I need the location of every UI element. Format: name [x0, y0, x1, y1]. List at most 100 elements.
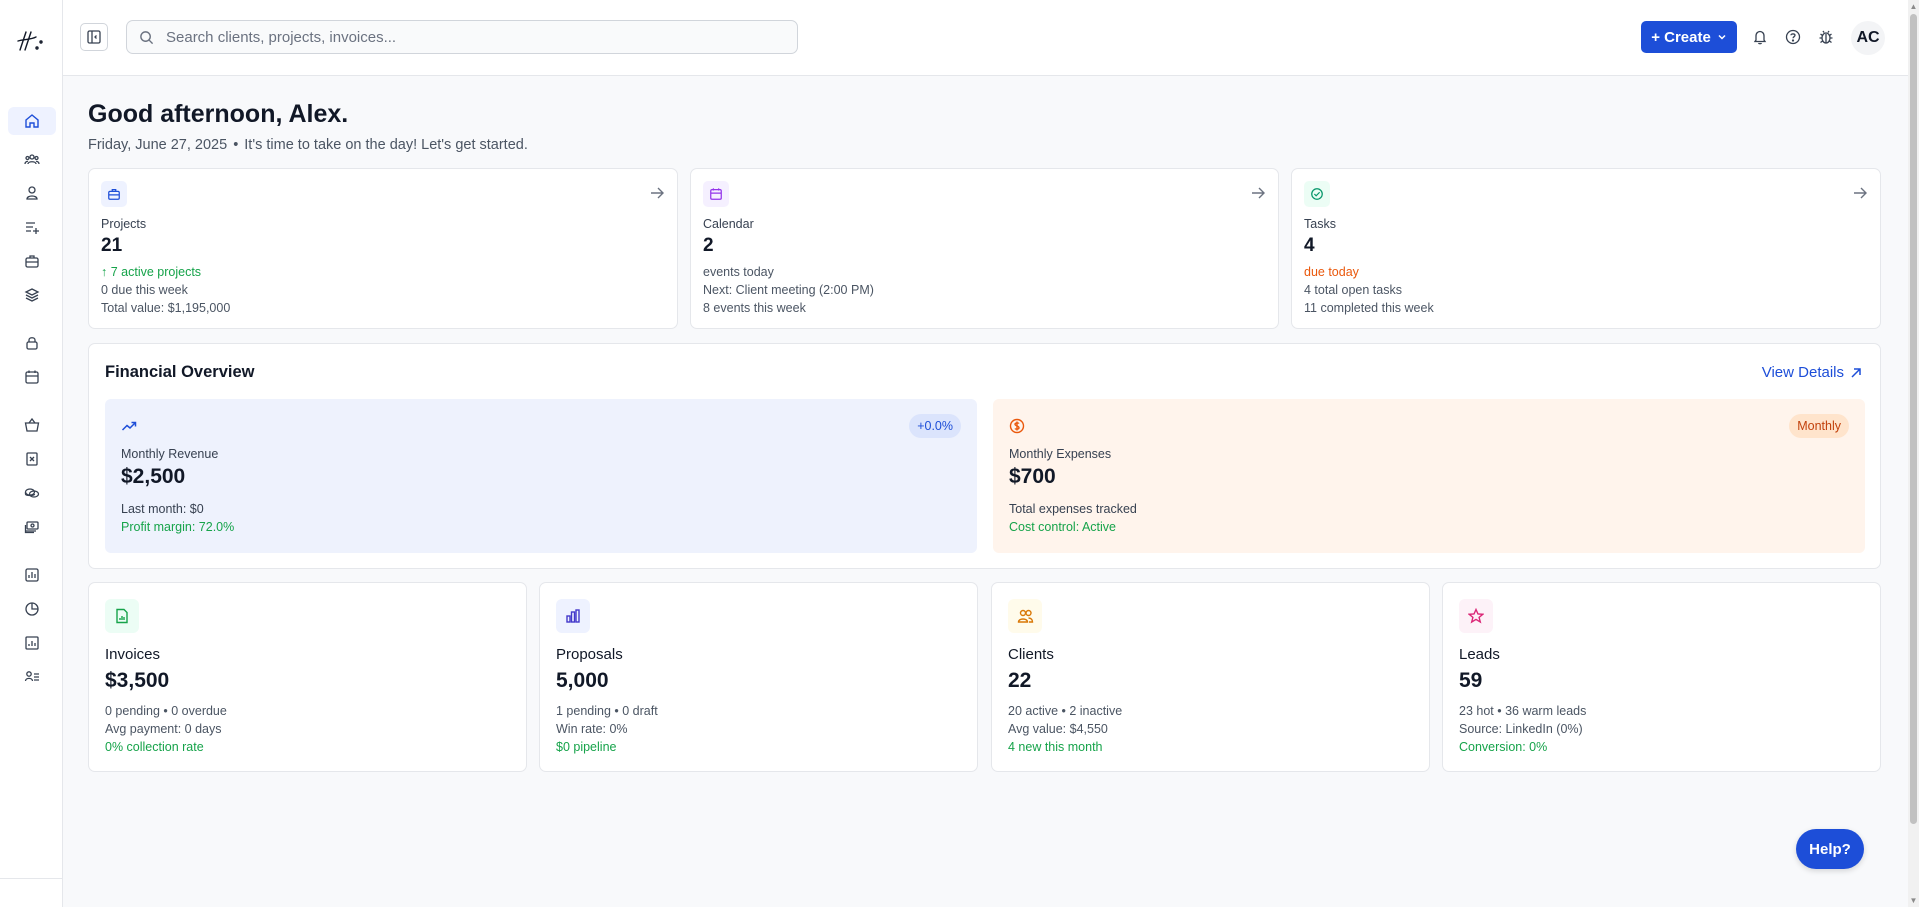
arrow-right-icon[interactable] — [1852, 185, 1868, 201]
search-bar[interactable] — [126, 20, 798, 54]
home-icon — [25, 114, 39, 128]
help-button-label: Help? — [1809, 840, 1851, 858]
sidebar-item-bar-report[interactable] — [8, 629, 56, 657]
team-icon — [24, 154, 40, 165]
leads-icon-box — [1459, 599, 1493, 633]
card-line3: Conversion: 0% — [1459, 740, 1548, 754]
sidebar-toggle-button[interactable] — [80, 23, 108, 51]
invoices-card[interactable]: Invoices $3,500 0 pending • 0 overdue Av… — [88, 582, 527, 772]
revenue-panel[interactable]: +0.0% Monthly Revenue $2,500 Last month:… — [105, 399, 977, 553]
notifications-button[interactable] — [1750, 27, 1770, 47]
calendar-icon-box — [703, 181, 729, 207]
money-stack-icon — [24, 521, 39, 534]
basket-icon — [24, 417, 40, 432]
star-icon — [1468, 608, 1484, 624]
card-line2: Source: LinkedIn (0%) — [1459, 722, 1583, 736]
greeting-message: It's time to take on the day! Let's get … — [244, 137, 528, 153]
card-label: Projects — [101, 217, 147, 231]
help-center-button[interactable] — [1783, 27, 1803, 47]
brand-logo[interactable] — [16, 28, 48, 56]
sidebar-item-user[interactable] — [8, 179, 56, 207]
projects-icon-box — [101, 181, 127, 207]
sidebar-item-calendar[interactable] — [8, 363, 56, 391]
revenue-value: $2,500 — [121, 465, 186, 488]
separator-dot: • — [233, 137, 239, 153]
sidebar-item-briefcase[interactable] — [8, 247, 56, 275]
card-value: 59 — [1459, 669, 1483, 692]
clients-icon-box — [1008, 599, 1042, 633]
help-button[interactable]: Help? — [1796, 829, 1864, 869]
lock-icon — [26, 337, 38, 350]
card-line1: 1 pending • 0 draft — [556, 704, 658, 718]
scrollbar-thumb[interactable] — [1910, 14, 1917, 824]
create-button[interactable]: + Create — [1641, 21, 1737, 53]
search-input[interactable] — [166, 28, 766, 46]
card-value: 2 — [703, 235, 714, 256]
sidebar-item-basket[interactable] — [8, 411, 56, 439]
card-label: Tasks — [1304, 217, 1336, 231]
help-circle-icon — [1785, 29, 1801, 45]
sidebar — [0, 0, 63, 907]
projects-card[interactable]: Projects 21 ↑ 7 active projects 0 due th… — [88, 168, 678, 329]
card-line1: events today — [703, 265, 774, 279]
leads-card[interactable]: Leads 59 23 hot • 36 warm leads Source: … — [1442, 582, 1881, 772]
sidebar-item-user-list[interactable] — [8, 663, 56, 691]
receipt-icon — [26, 452, 38, 466]
sidebar-item-chart[interactable] — [8, 561, 56, 589]
sidebar-item-lock[interactable] — [8, 329, 56, 357]
users-icon — [1017, 609, 1033, 623]
card-line1: due today — [1304, 265, 1359, 279]
sidebar-item-coins[interactable] — [8, 479, 56, 507]
sidebar-item-pie-chart[interactable] — [8, 595, 56, 623]
view-details-link[interactable]: View Details — [1762, 364, 1862, 381]
card-line1: 0 pending • 0 overdue — [105, 704, 227, 718]
tasks-card[interactable]: Tasks 4 due today 4 total open tasks 11 … — [1291, 168, 1881, 329]
sidebar-item-money-stack[interactable] — [8, 513, 56, 541]
calendar-card[interactable]: Calendar 2 events today Next: Client mee… — [690, 168, 1279, 329]
card-value: 5,000 — [556, 669, 609, 692]
revenue-change-badge: +0.0% — [909, 414, 961, 438]
card-label: Invoices — [105, 646, 161, 663]
briefcase-icon — [108, 189, 120, 200]
expenses-panel[interactable]: Monthly Monthly Expenses $700 Total expe… — [993, 399, 1865, 553]
arrow-right-icon[interactable] — [1250, 185, 1266, 201]
sidebar-item-receipt[interactable] — [8, 445, 56, 473]
sidebar-item-team[interactable] — [8, 145, 56, 173]
user-avatar[interactable]: AC — [1851, 21, 1885, 55]
arrow-up-right-icon — [1851, 367, 1861, 378]
section-title: Financial Overview — [105, 363, 255, 381]
card-line2: 0 due this week — [101, 283, 188, 297]
sidebar-item-layers[interactable] — [8, 281, 56, 309]
bug-report-button[interactable] — [1816, 27, 1836, 47]
view-details-label: View Details — [1761, 364, 1844, 381]
calendar-icon — [710, 188, 722, 200]
card-line2: 4 total open tasks — [1304, 283, 1402, 297]
chevron-down-icon — [1718, 34, 1726, 40]
proposals-card[interactable]: Proposals 5,000 1 pending • 0 draft Win … — [539, 582, 978, 772]
card-label: Calendar — [703, 217, 754, 231]
revenue-label: Monthly Revenue — [121, 447, 219, 461]
chart-icon — [25, 568, 39, 582]
panel-toggle-icon — [87, 30, 101, 44]
user-icon — [26, 186, 38, 200]
card-line2: Avg payment: 0 days — [105, 722, 222, 736]
card-line1: 23 hot • 36 warm leads — [1459, 704, 1587, 718]
clients-card[interactable]: Clients 22 20 active • 2 inactive Avg va… — [991, 582, 1430, 772]
expenses-period-badge: Monthly — [1789, 414, 1849, 438]
sidebar-divider — [0, 878, 62, 879]
dollar-circle-icon — [1009, 418, 1025, 434]
trending-up-icon — [121, 421, 137, 431]
scroll-up-arrow[interactable]: ▲ — [1909, 2, 1918, 11]
scroll-down-arrow[interactable]: ▼ — [1909, 896, 1918, 905]
greeting-subline: Friday, June 27, 2025 • It's time to tak… — [88, 137, 528, 153]
user-list-icon — [24, 671, 39, 682]
topbar: + Create AC — [63, 0, 1908, 76]
sidebar-item-home[interactable] — [8, 107, 56, 135]
tasks-icon-box — [1304, 181, 1330, 207]
document-chart-icon — [116, 608, 128, 624]
sidebar-item-list-add[interactable] — [8, 213, 56, 241]
card-line3: $0 pipeline — [556, 740, 617, 754]
arrow-right-icon[interactable] — [649, 185, 665, 201]
card-line3: 11 completed this week — [1304, 301, 1434, 315]
card-label: Clients — [1008, 646, 1054, 663]
